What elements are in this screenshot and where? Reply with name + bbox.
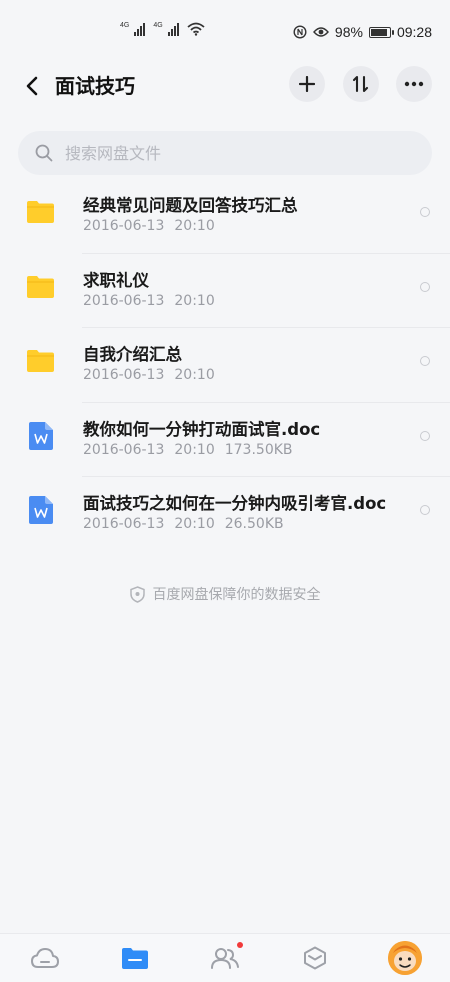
wifi-icon	[187, 22, 205, 36]
file-time: 20:10	[174, 367, 215, 383]
file-time: 20:10	[174, 218, 215, 234]
file-meta: 2016-06-13 20:10	[83, 293, 215, 309]
sort-button[interactable]	[343, 66, 379, 102]
more-icon	[404, 81, 424, 87]
file-name: 经典常见问题及回答技巧汇总	[83, 196, 298, 215]
select-radio[interactable]	[420, 281, 430, 292]
chevron-left-icon	[26, 76, 38, 96]
nav-box[interactable]	[295, 940, 335, 976]
nfc-icon	[293, 25, 307, 39]
search-input[interactable]	[63, 142, 387, 164]
plus-icon	[299, 76, 315, 92]
signal-icon	[167, 22, 179, 36]
search-bar[interactable]	[18, 131, 432, 175]
status-bar: 4G 4G 98% 09:28	[0, 0, 450, 60]
select-radio[interactable]	[420, 505, 430, 515]
nav-profile[interactable]	[385, 940, 425, 976]
file-name: 面试技巧之如何在一分钟内吸引考官.doc	[83, 494, 387, 513]
header: 面试技巧	[0, 60, 450, 112]
word-doc-icon	[29, 421, 53, 450]
folder-icon	[27, 275, 54, 298]
folder-icon	[122, 948, 148, 969]
bottom-nav	[0, 933, 450, 982]
file-meta: 2016-06-13 20:10 173.50KB	[83, 442, 293, 458]
file-date: 2016-06-13	[83, 292, 165, 309]
people-icon	[211, 948, 239, 969]
file-date: 2016-06-13	[83, 218, 165, 234]
battery-icon	[368, 26, 394, 38]
cloud-icon	[31, 948, 59, 968]
file-meta: 2016-06-13 20:10	[83, 218, 215, 234]
more-button[interactable]	[396, 66, 432, 102]
clock: 09:28	[396, 24, 432, 40]
avatar-face-icon	[388, 941, 422, 975]
search-icon	[35, 144, 53, 162]
sort-icon	[352, 75, 369, 93]
network-type-2: 4G	[153, 22, 163, 29]
file-date: 2016-06-13	[83, 441, 165, 458]
file-row[interactable]: 经典常见问题及回答技巧汇总 2016-06-13 20:10	[0, 178, 450, 253]
file-name: 教你如何一分钟打动面试官.doc	[83, 419, 321, 439]
file-row[interactable]: 求职礼仪 2016-06-13 20:10	[0, 252, 450, 328]
file-row[interactable]: 自我介绍汇总 2016-06-13 20:10	[0, 327, 450, 402]
file-size: 173.50KB	[224, 441, 293, 458]
battery-percent: 98%	[334, 24, 363, 40]
file-name: 自我介绍汇总	[83, 345, 182, 364]
file-meta: 2016-06-13 20:10	[83, 367, 215, 383]
status-right: 98% 09:28	[293, 24, 432, 40]
file-list: 经典常见问题及回答技巧汇总 2016-06-13 20:10 求职礼仪 2016-…	[0, 178, 450, 551]
select-radio[interactable]	[420, 430, 430, 441]
shield-icon	[129, 585, 145, 603]
signal-icon	[134, 22, 146, 36]
file-row[interactable]: 面试技巧之如何在一分钟内吸引考官.doc 2016-06-13 20:10 26.5…	[0, 476, 450, 551]
nav-share[interactable]	[205, 940, 245, 976]
file-date: 2016-06-13	[83, 367, 165, 383]
file-time: 20:10	[174, 292, 215, 309]
folder-icon	[27, 350, 54, 372]
folder-icon	[27, 201, 54, 223]
file-row[interactable]: 教你如何一分钟打动面试官.doc 2016-06-13 20:10 173.50KB	[0, 401, 450, 477]
nav-home[interactable]	[25, 940, 65, 976]
word-doc-icon	[29, 496, 53, 524]
signal-group: 4G 4G	[120, 22, 205, 36]
file-time: 20:10	[174, 516, 215, 532]
page-title: 面试技巧	[55, 74, 135, 98]
notification-badge	[237, 942, 243, 948]
network-type-1: 4G	[120, 22, 130, 29]
file-size: 26.50KB	[224, 516, 284, 532]
add-button[interactable]	[289, 66, 325, 102]
box-icon	[304, 946, 326, 970]
security-note: 百度网盘保障你的数据安全	[0, 584, 450, 604]
select-radio[interactable]	[420, 356, 430, 366]
select-radio[interactable]	[420, 207, 430, 217]
file-meta: 2016-06-13 20:10 26.50KB	[83, 516, 284, 532]
battery-fill	[370, 28, 387, 36]
nav-files[interactable]	[115, 940, 155, 976]
avatar	[388, 941, 422, 975]
file-date: 2016-06-13	[83, 516, 165, 532]
back-button[interactable]	[18, 72, 46, 100]
file-time: 20:10	[174, 441, 215, 458]
eye-icon	[312, 27, 329, 37]
file-name: 求职礼仪	[83, 270, 149, 290]
security-note-text: 百度网盘保障你的数据安全	[152, 587, 321, 603]
